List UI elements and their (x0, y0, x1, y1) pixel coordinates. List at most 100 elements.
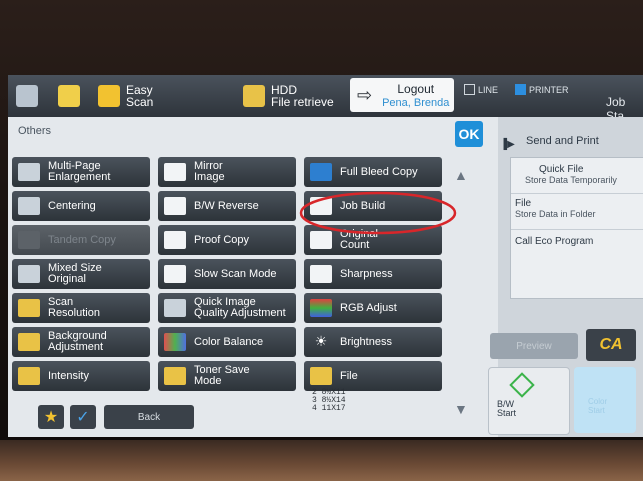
button-label: Background Adjustment (48, 330, 107, 353)
centering-icon (18, 197, 40, 215)
button-label: Slow Scan Mode (194, 267, 277, 280)
folder-icon (310, 367, 332, 385)
desk-surface (0, 440, 643, 481)
expand-arrow-icon[interactable]: ▐▶ (500, 139, 515, 150)
printer-indicator: PRINTER (515, 84, 569, 95)
quick-file-item[interactable]: Quick File Store Data Temporarily (511, 158, 643, 194)
top-bar: Easy Scan HDD File retrieve ⇨ Logout Pen… (8, 75, 643, 123)
button-label: Full Bleed Copy (340, 165, 418, 178)
file-item[interactable]: File Store Data in Folder (511, 194, 643, 230)
button-label: Mixed Size Original (48, 262, 102, 285)
mirror-image-button[interactable]: Mirror Image (158, 157, 296, 187)
tandem-copy-button[interactable]: Tandem Copy (12, 225, 150, 255)
logout-button[interactable]: ⇨ Logout Pena, Brenda (350, 78, 454, 112)
right-panel: ▐▶ Send and Print Quick File Store Data … (488, 117, 643, 437)
scroll-down-arrow[interactable]: ▼ (454, 401, 468, 417)
proof-copy-icon (164, 231, 186, 249)
panel-title: Others (18, 125, 52, 137)
centering-button[interactable]: Centering (12, 191, 150, 221)
color-start-label: Color Start (588, 397, 608, 415)
slow-scan-icon (164, 265, 186, 283)
action-list: Quick File Store Data Temporarily File S… (510, 157, 643, 299)
start-diamond-icon (509, 372, 535, 398)
bw-reverse-icon (164, 197, 186, 215)
tandem-copy-icon (18, 231, 40, 249)
button-label: Toner Save Mode (194, 364, 250, 387)
button-label: File (340, 369, 358, 382)
background-icon (18, 333, 40, 351)
proof-copy-button[interactable]: Proof Copy (158, 225, 296, 255)
touch-screen: Easy Scan HDD File retrieve ⇨ Logout Pen… (8, 75, 643, 437)
scroll-up-arrow[interactable]: ▲ (454, 167, 468, 183)
easy-scan-icon (98, 85, 120, 107)
button-label: Intensity (48, 369, 89, 382)
back-button[interactable]: Back (104, 405, 194, 429)
button-label: RGB Adjust (340, 301, 397, 314)
ok-button[interactable]: OK (455, 121, 483, 147)
copy-mode-button[interactable] (16, 78, 38, 114)
scan-mode-button[interactable] (58, 78, 80, 114)
easy-scan-button[interactable]: Easy Scan (98, 78, 153, 114)
folder-icon (243, 85, 265, 107)
button-label: Tandem Copy (48, 233, 116, 246)
quick-image-quality-button[interactable]: Quick Image Quality Adjustment (158, 293, 296, 323)
copy-icon (16, 85, 38, 107)
button-label: Scan Resolution (48, 296, 100, 319)
hdd-label: HDD File retrieve (271, 83, 334, 109)
file-button[interactable]: File (304, 361, 442, 391)
color-balance-button[interactable]: Color Balance (158, 327, 296, 357)
multi-page-icon (18, 163, 40, 181)
tray-item: 4 11X17 (312, 404, 346, 413)
item-title: File (515, 198, 532, 209)
bw-start-button[interactable]: B/W Start (488, 367, 570, 435)
color-start-button[interactable]: Color Start (574, 367, 636, 433)
mixed-size-icon (18, 265, 40, 283)
intensity-icon (18, 367, 40, 385)
image-quality-icon (164, 299, 186, 317)
item-subtitle: Store Data in Folder (515, 209, 596, 219)
button-label: Color Balance (194, 335, 264, 348)
bw-start-label: B/W Start (497, 399, 517, 418)
full-bleed-icon (310, 163, 332, 181)
sun-icon: ☀ (314, 333, 328, 349)
background-adjustment-button[interactable]: Background Adjustment (12, 327, 150, 357)
line-label: LINE (478, 84, 499, 95)
toner-save-icon (164, 367, 186, 385)
mirror-icon (164, 163, 186, 181)
clear-all-button[interactable]: CA (586, 329, 636, 361)
red-annotation-ellipse (299, 191, 457, 235)
favorite-star-button[interactable]: ★ (38, 405, 64, 429)
logged-in-user: Pena, Brenda (382, 96, 450, 109)
preview-button[interactable]: Preview (490, 333, 578, 359)
printer-status-icon (515, 84, 526, 95)
multi-page-enlargement-button[interactable]: Multi-Page Enlargement (12, 157, 150, 187)
call-eco-program-item[interactable]: Call Eco Program (511, 230, 643, 266)
intensity-button[interactable]: Intensity (12, 361, 150, 391)
toner-save-mode-button[interactable]: Toner Save Mode (158, 361, 296, 391)
resolution-icon (18, 299, 40, 317)
slow-scan-mode-button[interactable]: Slow Scan Mode (158, 259, 296, 289)
printer-label: PRINTER (529, 84, 569, 95)
button-label: Mirror Image (194, 160, 225, 183)
full-bleed-copy-button[interactable]: Full Bleed Copy (304, 157, 442, 187)
scan-resolution-button[interactable]: Scan Resolution (12, 293, 150, 323)
rgb-adjust-button[interactable]: RGB Adjust (304, 293, 442, 323)
button-label: Brightness (340, 335, 392, 348)
bw-reverse-button[interactable]: B/W Reverse (158, 191, 296, 221)
hdd-file-retrieve-button[interactable]: HDD File retrieve (243, 78, 334, 114)
sharpness-button[interactable]: Sharpness (304, 259, 442, 289)
rgb-icon (310, 299, 332, 317)
mixed-size-original-button[interactable]: Mixed Size Original (12, 259, 150, 289)
button-label: Multi-Page Enlargement (48, 160, 111, 183)
item-title: Call Eco Program (515, 236, 594, 247)
item-title: Quick File (539, 164, 584, 175)
send-and-print-label: Send and Print (526, 135, 599, 147)
brightness-button[interactable]: ☀ Brightness (304, 327, 442, 357)
easy-scan-label: Easy Scan (126, 83, 154, 109)
line-status-icon (464, 84, 475, 95)
sharpness-icon (310, 265, 332, 283)
logout-icon: ⇨ (357, 84, 373, 105)
logout-label: Logout (397, 81, 435, 96)
check-button[interactable]: ✓ (70, 405, 96, 429)
button-label: Centering (48, 199, 96, 212)
